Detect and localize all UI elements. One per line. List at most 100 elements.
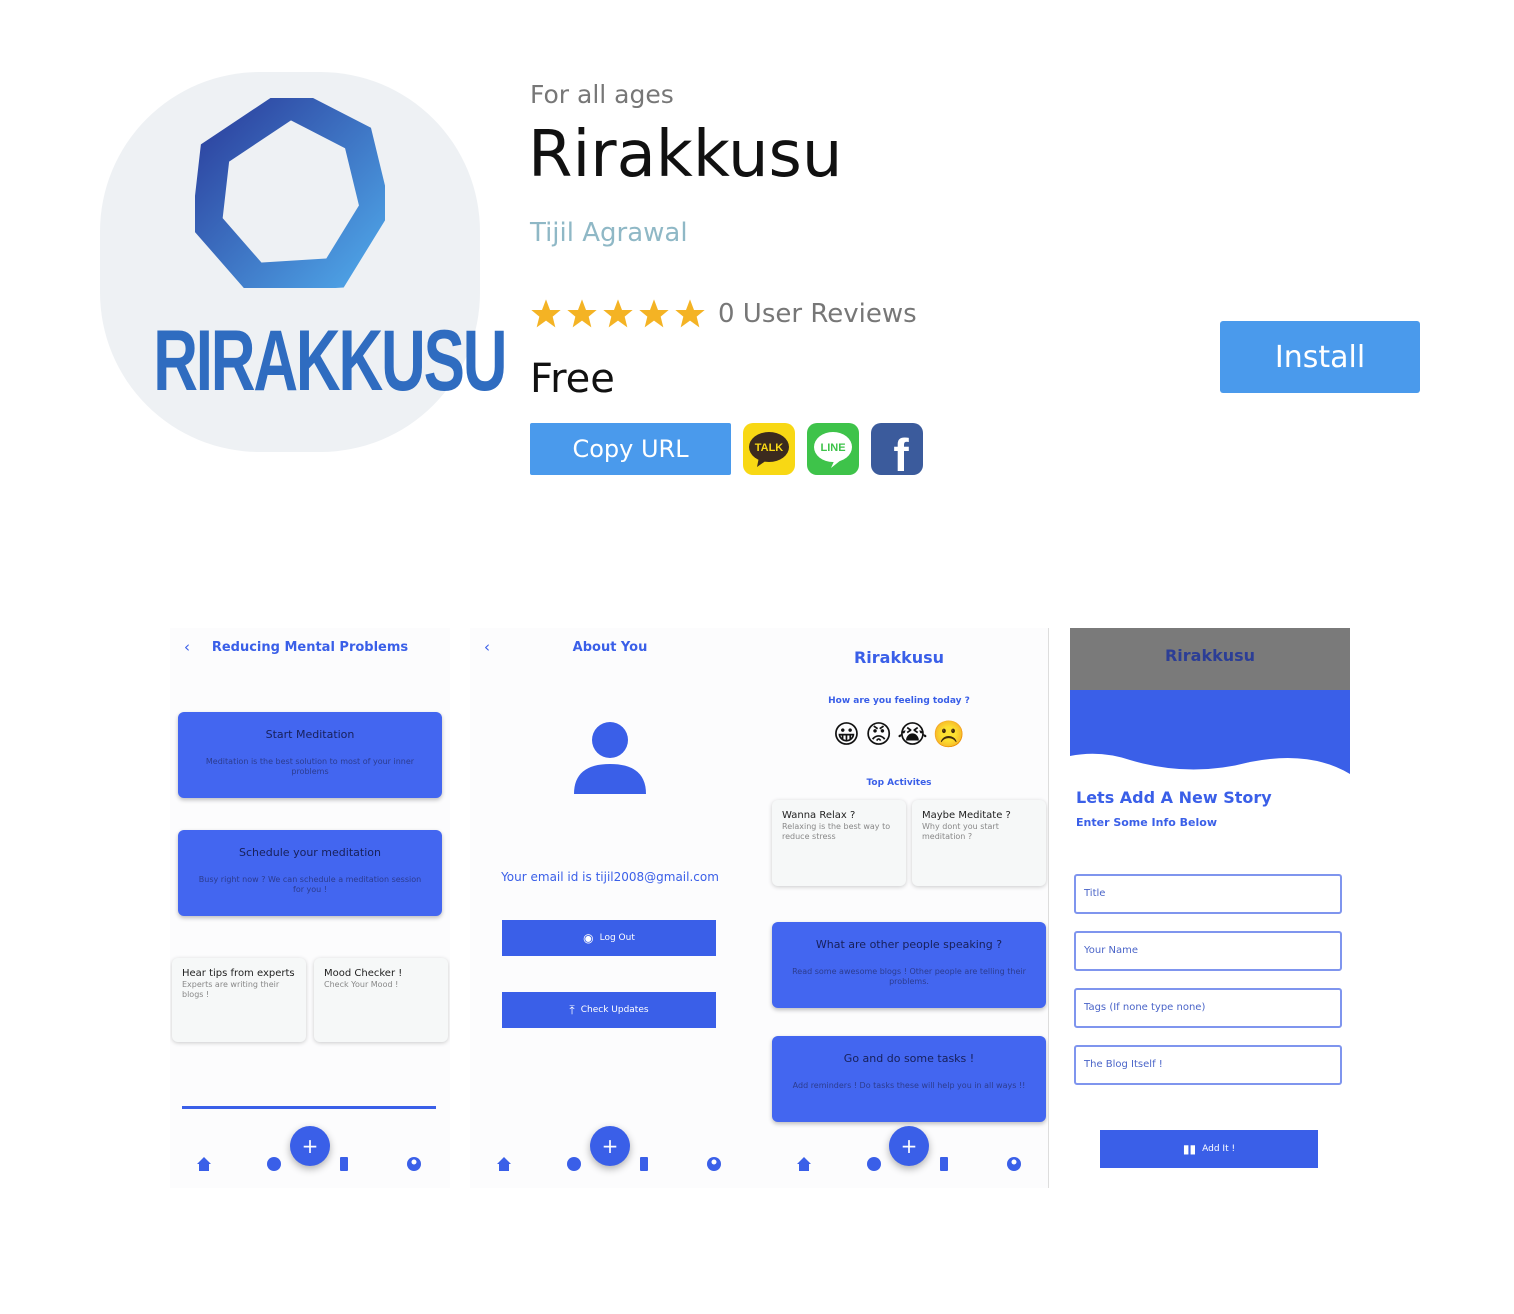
review-count[interactable]: 0 User Reviews	[718, 299, 917, 329]
wave-banner	[1070, 690, 1350, 774]
account-icon	[707, 1157, 721, 1171]
phone-icon	[340, 1157, 348, 1171]
card-title: Schedule your meditation	[239, 846, 381, 859]
svg-text:f: f	[893, 429, 909, 471]
mood-icon	[267, 1157, 281, 1171]
sad-emoji-icon: ☹️	[932, 720, 966, 750]
home-icon	[197, 1157, 211, 1171]
card-subtitle: Why dont you start meditation ?	[922, 822, 999, 841]
rating-row: 0 User Reviews	[530, 294, 917, 334]
add-it-label: Add It !	[1202, 1144, 1236, 1154]
form-subheading: Enter Some Info Below	[1076, 816, 1217, 829]
add-it-button: ▮▮ Add It !	[1100, 1130, 1318, 1168]
crying-emoji-icon: 😭	[897, 720, 928, 750]
star-icon	[639, 299, 669, 328]
mood-checker-card: Mood Checker ! Check Your Mood !	[314, 958, 448, 1042]
screenshot-4[interactable]: Rirakkusu Lets Add A New Story Enter Som…	[1070, 628, 1350, 1188]
card-subtitle: Busy right now ? We can schedule a medit…	[198, 875, 422, 894]
install-button[interactable]: Install	[1220, 321, 1420, 393]
hexagon-logo-icon	[195, 98, 385, 288]
card-title: Maybe Meditate ?	[922, 810, 1011, 821]
star-icon	[603, 299, 633, 328]
home-icon	[797, 1157, 811, 1171]
tips-card: Hear tips from experts Experts are writi…	[172, 958, 306, 1042]
books-icon: ▮▮	[1182, 1142, 1197, 1156]
blog-field: The Blog Itself !	[1074, 1045, 1342, 1085]
card-subtitle: Experts are writing their blogs !	[182, 980, 280, 999]
svg-text:TALK: TALK	[755, 442, 784, 454]
check-updates-button: ⤒ Check Updates	[502, 992, 716, 1028]
card-subtitle: Check Your Mood !	[324, 980, 399, 989]
card-title: Start Meditation	[265, 728, 355, 741]
screen-title: Reducing Mental Problems	[211, 640, 409, 655]
card-subtitle: Add reminders ! Do tasks these will help…	[792, 1081, 1026, 1090]
screen-title: About You	[572, 640, 648, 655]
line-icon: LINE	[814, 432, 852, 468]
age-rating: For all ages	[530, 80, 674, 109]
screenshot-gallery: ‹ Reducing Mental Problems Start Meditat…	[170, 628, 1350, 1188]
bottom-nav	[170, 1156, 450, 1176]
mood-icon	[867, 1157, 881, 1171]
line-share-button[interactable]: LINE	[807, 423, 859, 475]
card-title: Wanna Relax ?	[782, 810, 856, 821]
card-subtitle: Read some awesome blogs ! Other people a…	[792, 967, 1026, 986]
form-heading: Lets Add A New Story	[1076, 788, 1272, 807]
svg-text:LINE: LINE	[820, 442, 845, 454]
mood-icon	[567, 1157, 581, 1171]
upload-icon: ⤒	[569, 1002, 575, 1017]
logout-button: ◉ Log Out	[502, 920, 716, 956]
card-title: Hear tips from experts	[182, 968, 295, 979]
app-icon: RIRAKKUSU	[100, 72, 507, 452]
meditate-card: Maybe Meditate ? Why dont you start medi…	[912, 800, 1046, 886]
logout-label: Log Out	[599, 933, 635, 943]
angry-emoji-icon: 😡	[865, 720, 893, 750]
star-rating	[530, 298, 706, 330]
top-activities-label: Top Activites	[866, 778, 932, 788]
emoji-row: 😀 😡 😭 ☹️	[750, 720, 1048, 750]
phone-icon	[640, 1157, 648, 1171]
card-title: Mood Checker !	[324, 968, 403, 979]
kakaotalk-share-button[interactable]: TALK	[743, 423, 795, 475]
tasks-card: Go and do some tasks ! Add reminders ! D…	[772, 1036, 1046, 1122]
eye-icon: ◉	[583, 931, 594, 945]
price: Free	[530, 356, 615, 402]
email-text: Your email id is tijil2008@gmail.com	[501, 870, 719, 884]
phone-icon	[940, 1157, 948, 1171]
facebook-icon: f	[893, 429, 909, 471]
account-icon	[407, 1157, 421, 1171]
icon-wordmark: RIRAKKUSU	[153, 313, 507, 409]
card-subtitle: Relaxing is the best way to reduce stres…	[782, 822, 891, 841]
relax-card: Wanna Relax ? Relaxing is the best way t…	[772, 800, 906, 886]
screen-title: Rirakkusu	[1164, 646, 1256, 665]
share-row: Copy URL TALK LINE f	[530, 423, 923, 475]
card-title: Go and do some tasks !	[843, 1052, 975, 1065]
screenshot-1[interactable]: ‹ Reducing Mental Problems Start Meditat…	[170, 628, 450, 1188]
star-icon	[567, 299, 597, 328]
facebook-share-button[interactable]: f	[871, 423, 923, 475]
kakaotalk-icon: TALK	[749, 432, 789, 467]
account-icon	[1007, 1157, 1021, 1171]
start-meditation-card: Start Meditation Meditation is the best …	[178, 712, 442, 798]
app-title: Rirakkusu	[528, 118, 843, 192]
happy-emoji-icon: 😀	[832, 720, 860, 750]
progress-line	[182, 1106, 436, 1109]
screenshot-2[interactable]: ‹ About You Your email id is tijil2008@g…	[470, 628, 751, 1188]
mood-question: How are you feeling today ?	[828, 696, 970, 706]
card-title: What are other people speaking ?	[815, 938, 1003, 951]
card-subtitle: Meditation is the best solution to most …	[205, 757, 415, 776]
schedule-meditation-card: Schedule your meditation Busy right now …	[178, 830, 442, 916]
tags-field: Tags (If none type none)	[1074, 988, 1342, 1028]
bottom-nav	[470, 1156, 750, 1176]
developer-link[interactable]: Tijil Agrawal	[530, 218, 688, 248]
star-icon	[675, 299, 705, 328]
title-field: Title	[1074, 874, 1342, 914]
bottom-nav	[750, 1156, 1048, 1176]
star-icon	[531, 299, 561, 328]
user-avatar-icon	[574, 722, 646, 794]
screenshot-3[interactable]: Rirakkusu How are you feeling today ? 😀 …	[750, 628, 1049, 1188]
blogs-card: What are other people speaking ? Read so…	[772, 922, 1046, 1008]
copy-url-button[interactable]: Copy URL	[530, 423, 731, 475]
screen-title: Rirakkusu	[853, 648, 945, 667]
name-field: Your Name	[1074, 931, 1342, 971]
updates-label: Check Updates	[580, 1005, 649, 1015]
